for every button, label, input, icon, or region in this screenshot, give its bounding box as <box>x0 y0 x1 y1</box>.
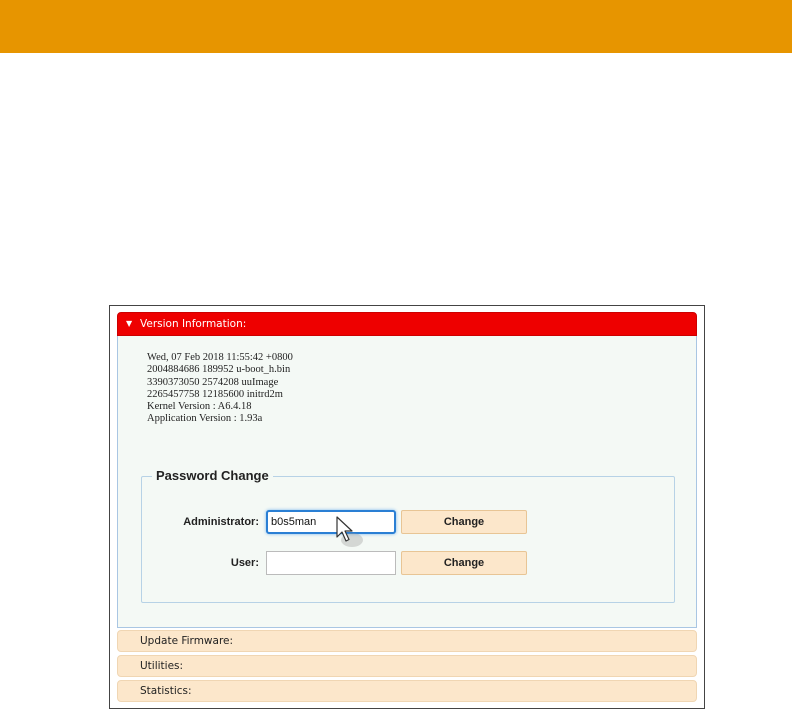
password-change-fieldset: Password Change Administrator: b0s5man C… <box>141 468 675 603</box>
password-change-legend: Password Change <box>152 468 273 484</box>
administrator-password-input[interactable]: b0s5man <box>266 510 396 534</box>
triangle-down-icon: ▼ <box>126 319 133 328</box>
version-information-panel: Wed, 07 Feb 2018 11:55:42 +0800 200488468… <box>117 336 697 628</box>
administrator-change-button[interactable]: Change <box>401 510 527 534</box>
mouse-pointer-icon <box>336 516 363 547</box>
update-firmware-header[interactable]: Update Firmware: <box>117 630 697 652</box>
user-change-button[interactable]: Change <box>401 551 527 575</box>
settings-frame: ▼ Version Information: Wed, 07 Feb 2018 … <box>109 305 705 709</box>
version-line: 2004884686 189952 u-boot_h.bin <box>147 364 291 376</box>
administrator-label: Administrator: <box>183 516 259 528</box>
statistics-header[interactable]: Statistics: <box>117 680 697 702</box>
top-banner <box>0 0 792 53</box>
user-label: User: <box>230 557 259 569</box>
version-line: Wed, 07 Feb 2018 11:55:42 +0800 <box>147 352 293 363</box>
version-line: 3390373050 2574208 uuImage <box>147 376 279 388</box>
version-information-header[interactable]: ▼ Version Information: <box>117 312 697 336</box>
version-information-title: Version Information: <box>140 318 247 330</box>
version-line: Kernel Version : A6.4.18 <box>147 401 252 413</box>
version-line: Application Version : 1.93a <box>147 413 263 425</box>
user-password-input[interactable] <box>266 551 396 575</box>
utilities-header[interactable]: Utilities: <box>117 655 697 677</box>
version-line: 2265457758 12185600 initrd2m <box>147 388 283 400</box>
version-details: Wed, 07 Feb 2018 11:55:42 +0800 200488468… <box>147 352 293 426</box>
